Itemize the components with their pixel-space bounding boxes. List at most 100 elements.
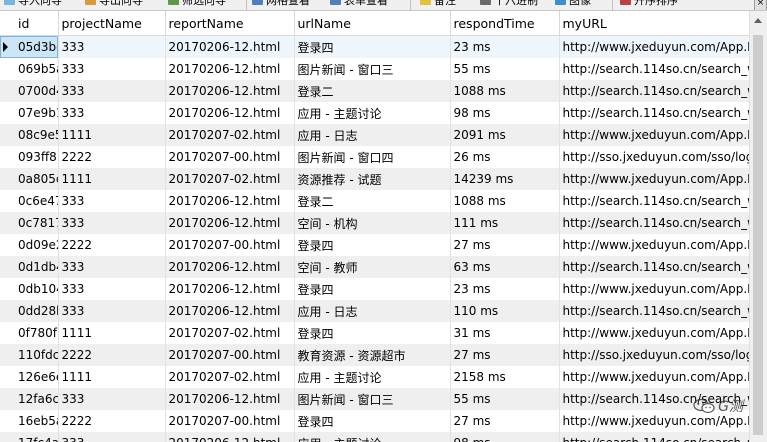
cell-respondtime[interactable]: 23 ms — [450, 35, 560, 58]
column-header-reportname[interactable]: reportName — [165, 11, 295, 36]
cell-projectname[interactable]: 333 — [58, 256, 166, 278]
cell-urlname[interactable]: 登录四 — [294, 322, 451, 344]
cell-projectname[interactable]: 333 — [58, 212, 166, 234]
cell-projectname[interactable]: 2222 — [58, 344, 166, 366]
cell-reportname[interactable]: 20170206-12.html — [165, 278, 295, 300]
cell-projectname[interactable]: 2222 — [58, 234, 166, 256]
table-row[interactable]: 08c9e5111120170207-02.html应用 - 日志2091 ms… — [0, 124, 767, 146]
cell-projectname[interactable]: 333 — [58, 190, 166, 212]
filter-wizard-button[interactable]: 筛选向导 — [168, 0, 226, 7]
cell-urlname[interactable]: 登录四 — [294, 35, 451, 58]
cell-myurl[interactable]: http://search.114so.cn/search_w — [559, 102, 767, 124]
cell-reportname[interactable]: 20170206-12.html — [165, 58, 295, 80]
cell-id[interactable]: 0db104 — [0, 278, 59, 300]
cell-reportname[interactable]: 20170207-00.html — [165, 146, 295, 168]
cell-myurl[interactable]: http://search.114so.cn/search_w — [559, 300, 767, 322]
cell-respondtime[interactable]: 31 ms — [450, 322, 560, 344]
cell-reportname[interactable]: 20170207-02.html — [165, 124, 295, 146]
cell-myurl[interactable]: http://www.jxeduyun.com/App.R — [559, 168, 767, 190]
column-header-respondtime[interactable]: respondTime — [450, 11, 560, 36]
cell-id[interactable]: 069b5a — [0, 58, 59, 80]
cell-projectname[interactable]: 333 — [58, 35, 166, 58]
cell-urlname[interactable]: 图片新闻 - 窗口四 — [294, 146, 451, 168]
cell-urlname[interactable]: 登录四 — [294, 234, 451, 256]
table-row[interactable]: 16eb5a222220170207-00.html登录四27 mshttp:/… — [0, 410, 767, 432]
cell-projectname[interactable]: 333 — [58, 388, 166, 410]
cell-respondtime[interactable]: 98 ms — [450, 102, 560, 124]
memo-button[interactable]: 备注 — [420, 0, 456, 7]
cell-urlname[interactable]: 应用 - 日志 — [294, 300, 451, 322]
cell-urlname[interactable]: 应用 - 日志 — [294, 124, 451, 146]
cell-myurl[interactable]: http://www.jxeduyun.com/App.R — [559, 322, 767, 344]
cell-id[interactable]: 0700d4 — [0, 80, 59, 102]
table-row[interactable]: 12fa6c 333 20170206-12.html 图片新闻 - 窗口三 55 ms… — [0, 388, 767, 410]
column-header-id[interactable]: id — [0, 11, 59, 36]
cell-urlname[interactable]: 空间 - 机构 — [294, 212, 451, 234]
table-row[interactable]: 0d09e2222220170207-00.html登录四27 mshttp:/… — [0, 234, 767, 256]
cell-reportname[interactable]: 20170206-12.html — [165, 190, 295, 212]
scroll-up-icon[interactable] — [754, 18, 762, 23]
cell-urlname[interactable]: 空间 - 教师 — [294, 256, 451, 278]
cell-reportname[interactable]: 20170206-12.html — [165, 432, 295, 442]
export-wizard-button[interactable]: 导出向导 — [85, 0, 143, 7]
import-wizard-button[interactable]: 导入向导 — [4, 0, 62, 7]
table-row[interactable]: 069b5a33320170206-12.html图片新闻 - 窗口三55 ms… — [0, 58, 767, 80]
cell-urlname[interactable]: 登录四 — [294, 278, 451, 300]
cell-myurl[interactable]: http://search.114so.cn/search_w — [559, 212, 767, 234]
form-view-button[interactable]: 表单查看 — [330, 0, 388, 7]
cell-id[interactable]: 07e9b1 — [0, 102, 59, 124]
cell-id[interactable]: 0d09e2 — [0, 234, 59, 256]
cell-projectname[interactable]: 333 — [58, 300, 166, 322]
cell-id[interactable]: 110fdc — [0, 344, 59, 366]
cell-myurl[interactable]: http://www.jxeduyun.com/App.R — [559, 124, 767, 146]
cell-id[interactable]: 0d1db4 — [0, 256, 59, 278]
cell-projectname[interactable]: 1111 — [58, 366, 166, 388]
vertical-scrollbar[interactable] — [749, 11, 767, 442]
cell-id[interactable]: 17fc4a — [0, 432, 59, 442]
cell-respondtime[interactable]: 55 ms — [450, 58, 560, 80]
cell-respondtime[interactable]: 26 ms — [450, 146, 560, 168]
cell-urlname[interactable]: 图片新闻 - 窗口三 — [294, 388, 451, 410]
cell-reportname[interactable]: 20170206-12.html — [165, 80, 295, 102]
table-row[interactable]: 0700d433320170206-12.html登录二1088 mshttp:… — [0, 80, 767, 102]
cell-respondtime[interactable]: 98 ms — [450, 432, 560, 442]
table-row[interactable]: 0a805c111120170207-02.html资源推荐 - 试题14239… — [0, 168, 767, 190]
cell-reportname[interactable]: 20170206-12.html — [165, 388, 295, 410]
table-row[interactable]: 0d1db433320170206-12.html空间 - 教师63 mshtt… — [0, 256, 767, 278]
table-row[interactable]: 0c781733320170206-12.html空间 - 机构111 msht… — [0, 212, 767, 234]
cell-respondtime[interactable]: 23 ms — [450, 278, 560, 300]
cell-id[interactable]: 0dd28b — [0, 300, 59, 322]
cell-respondtime[interactable]: 2091 ms — [450, 124, 560, 146]
cell-reportname[interactable]: 20170206-12.html — [165, 300, 295, 322]
cell-myurl[interactable]: http://search.114so.cn/search_w — [559, 256, 767, 278]
cell-id[interactable]: 08c9e5 — [0, 124, 59, 146]
cell-urlname[interactable]: 应用 - 主题讨论 — [294, 366, 451, 388]
table-row[interactable]: 093ff8 2222 20170207-00.html 图片新闻 - 窗口四 26 m… — [0, 146, 767, 168]
cell-projectname[interactable]: 333 — [58, 58, 166, 80]
cell-myurl[interactable]: http://search.114so.cn/search_w — [559, 58, 767, 80]
cell-reportname[interactable]: 20170207-00.html — [165, 344, 295, 366]
scrollbar-thumb[interactable] — [753, 35, 763, 435]
cell-myurl[interactable]: http://www.jxeduyun.com/App.R — [559, 35, 767, 58]
cell-reportname[interactable]: 20170207-02.html — [165, 366, 295, 388]
cell-projectname[interactable]: 333 — [58, 102, 166, 124]
cell-respondtime[interactable]: 110 ms — [450, 300, 560, 322]
cell-urlname[interactable]: 图片新闻 - 窗口三 — [294, 58, 451, 80]
cell-id[interactable]: 0c7817 — [0, 212, 59, 234]
table-row[interactable]: 0dd28b33320170206-12.html应用 - 日志110 msht… — [0, 300, 767, 322]
grid-view-button[interactable]: 网格查看 — [252, 0, 310, 7]
cell-myurl[interactable]: http://www.jxeduyun.com/App.R — [559, 278, 767, 300]
close-icon[interactable]: × — [754, 0, 767, 10]
cell-projectname[interactable]: 333 — [58, 80, 166, 102]
cell-respondtime[interactable]: 63 ms — [450, 256, 560, 278]
cell-myurl[interactable]: http://www.jxeduyun.com/App.R — [559, 366, 767, 388]
cell-respondtime[interactable]: 14239 ms — [450, 168, 560, 190]
cell-respondtime[interactable]: 111 ms — [450, 212, 560, 234]
cell-urlname[interactable]: 登录二 — [294, 190, 451, 212]
cell-respondtime[interactable]: 27 ms — [450, 344, 560, 366]
cell-projectname[interactable]: 333 — [58, 432, 166, 442]
cell-reportname[interactable]: 20170206-12.html — [165, 35, 295, 58]
table-row[interactable]: 0c6e4733320170206-12.html登录二1088 mshttp:… — [0, 190, 767, 212]
cell-myurl[interactable]: http://sso.jxeduyun.com/sso/log — [559, 146, 767, 168]
cell-projectname[interactable]: 2222 — [58, 146, 166, 168]
